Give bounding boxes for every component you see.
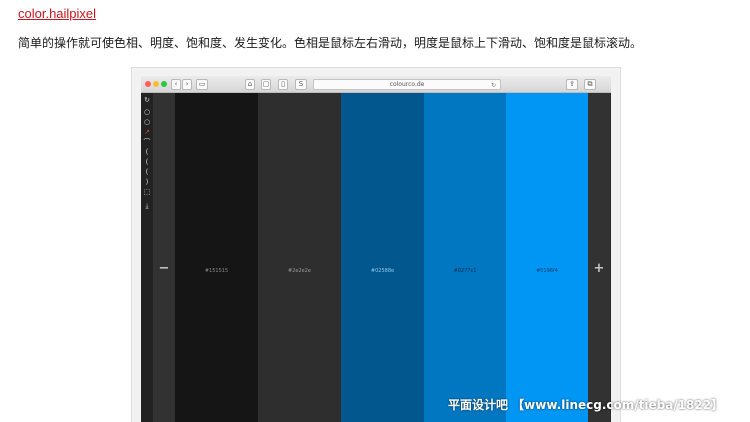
- color-swatch[interactable]: #151515: [175, 93, 258, 422]
- reload-icon[interactable]: ↻: [491, 81, 496, 90]
- color-swatch[interactable]: #02588e: [341, 93, 424, 422]
- back-button[interactable]: ‹: [171, 79, 181, 90]
- swatch-hex-label: #02588e: [370, 268, 395, 274]
- share-button[interactable]: ⇪: [566, 79, 578, 90]
- minus-icon[interactable]: −: [153, 261, 175, 276]
- extension-button[interactable]: S: [295, 79, 307, 90]
- arc-icon[interactable]: ): [143, 179, 151, 186]
- add-color-column[interactable]: +: [588, 93, 610, 422]
- arc-icon[interactable]: ⌒: [143, 139, 151, 146]
- watermark-text: 平面设计吧 【www.linecg.com/tieba/1822】: [448, 398, 724, 412]
- square-icon[interactable]: ⬚: [143, 189, 151, 196]
- download-icon[interactable]: ⤓: [143, 203, 151, 210]
- tabs-button[interactable]: ⧉: [584, 79, 596, 90]
- maximize-window-icon[interactable]: [161, 81, 167, 87]
- reader-button[interactable]: ▢: [261, 79, 271, 90]
- circle-icon[interactable]: ○: [143, 109, 151, 116]
- circle-icon[interactable]: ○: [143, 119, 151, 126]
- color-swatch[interactable]: #0277c1: [424, 93, 506, 422]
- address-text: colourco.de: [389, 81, 425, 88]
- tool-strip: ↻ ○ ○ ↗ ⌒ ( ( ( ) ⬚ ⤓: [141, 93, 153, 422]
- swatch-hex-label: #2e2e2e: [288, 268, 311, 274]
- arc-icon[interactable]: (: [143, 169, 151, 176]
- arc-icon[interactable]: (: [143, 159, 151, 166]
- description-text: 简单的操作就可使色相、明度、饱和度、发生变化。色相是鼠标左右滑动，明度是鼠标上下…: [18, 36, 643, 50]
- arrow-icon[interactable]: ↗: [143, 129, 151, 136]
- plus-icon[interactable]: +: [588, 261, 610, 276]
- swatch-hex-label: #151515: [204, 268, 229, 274]
- home-button[interactable]: ⌂: [245, 79, 255, 90]
- address-bar[interactable]: colourco.de ↻: [313, 79, 501, 90]
- minimize-window-icon[interactable]: [153, 81, 159, 87]
- title-link[interactable]: color.hailpixel: [18, 6, 96, 21]
- bookmark-button[interactable]: ▯: [278, 79, 288, 90]
- swatch-hex-label: #0277c1: [453, 268, 477, 274]
- browser-window: ‹ › ▭ ⌂ ▢ ▯ S colourco.de ↻ ⇪ ⧉ ↻ ○ ○ ↗ …: [141, 76, 611, 422]
- color-swatch[interactable]: #0196f4: [506, 93, 588, 422]
- forward-button[interactable]: ›: [182, 79, 192, 90]
- swatch-hex-label: #0196f4: [536, 268, 558, 274]
- color-swatch[interactable]: #2e2e2e: [258, 93, 341, 422]
- close-window-icon[interactable]: [145, 81, 151, 87]
- remove-color-column[interactable]: −: [153, 93, 175, 422]
- sidebar-toggle-button[interactable]: ▭: [196, 79, 208, 90]
- arc-icon[interactable]: (: [143, 149, 151, 156]
- loop-icon[interactable]: ↻: [143, 97, 151, 104]
- browser-toolbar: ‹ › ▭ ⌂ ▢ ▯ S colourco.de ↻ ⇪ ⧉: [141, 76, 611, 93]
